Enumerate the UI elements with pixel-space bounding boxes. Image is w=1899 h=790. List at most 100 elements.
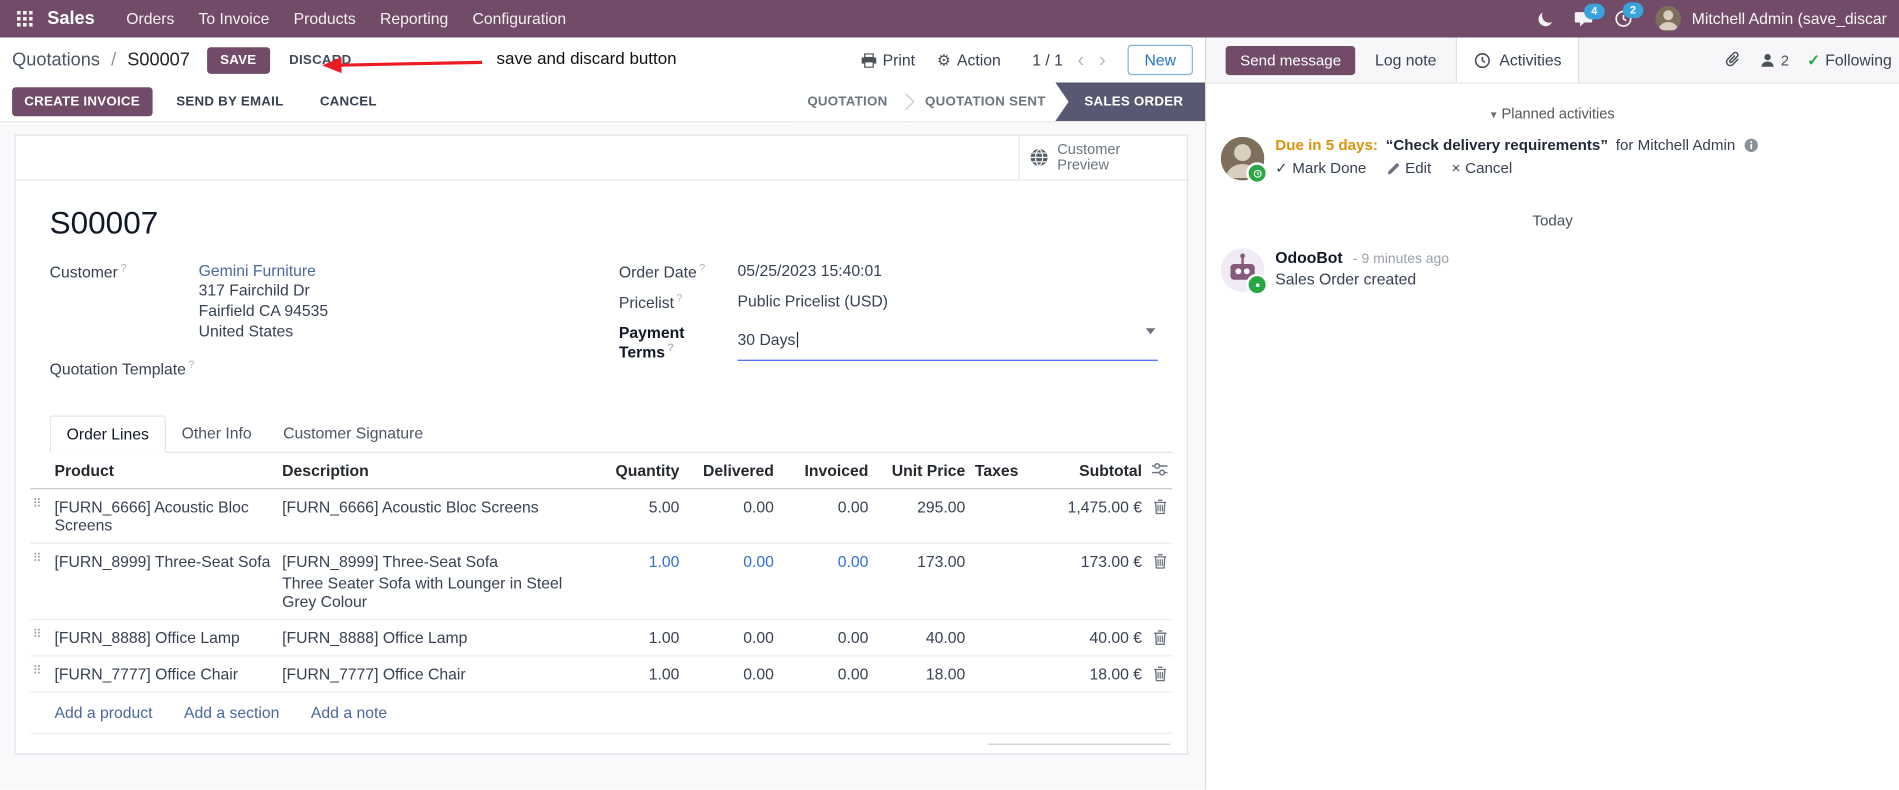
payment-terms-input[interactable]: 30 Days <box>737 323 1158 361</box>
activities-tab[interactable]: Activities <box>1455 37 1580 83</box>
statusbar: QUOTATION QUOTATION SENT SALES ORDER <box>790 82 1206 122</box>
clock-icon <box>1474 52 1490 68</box>
annotation-text: save and discard button <box>496 48 677 68</box>
breadcrumb-quotations[interactable]: Quotations <box>12 50 100 71</box>
messages-icon[interactable]: 4 <box>1574 3 1605 27</box>
apps-grid-icon[interactable] <box>12 7 36 31</box>
menu-products[interactable]: Products <box>282 4 368 34</box>
quotation-template-field[interactable]: Quotation Template? <box>50 358 619 378</box>
top-menu: Orders To Invoice Products Reporting Con… <box>114 4 578 34</box>
log-note-button[interactable]: Log note <box>1375 51 1436 69</box>
drag-handle-icon[interactable]: ⠿ <box>30 620 49 650</box>
info-icon[interactable] <box>1744 138 1759 153</box>
cancel-activity-button[interactable]: × Cancel <box>1452 160 1512 177</box>
planned-activities-header[interactable]: ▾ Planned activities <box>1206 105 1899 122</box>
app-name[interactable]: Sales <box>47 8 94 29</box>
followers-button[interactable]: 2 <box>1760 51 1789 68</box>
moon-icon[interactable] <box>1537 10 1554 27</box>
table-row[interactable]: ⠿ [FURN_8888] Office Lamp [FURN_8888] Of… <box>30 620 1173 657</box>
drag-handle-icon[interactable]: ⠿ <box>30 544 49 574</box>
menu-reporting[interactable]: Reporting <box>368 4 460 34</box>
menu-orders[interactable]: Orders <box>114 4 186 34</box>
status-step-quotation-sent[interactable]: QUOTATION SENT <box>908 82 1063 122</box>
table-row[interactable]: ⠿ [FURN_8999] Three-Seat Sofa [FURN_8999… <box>30 544 1173 621</box>
edit-activity-button[interactable]: Edit <box>1387 160 1431 177</box>
user-name[interactable]: Mitchell Admin (save_discar <box>1692 10 1887 28</box>
print-button[interactable]: Print <box>861 51 915 69</box>
add-a-product-link[interactable]: Add a product <box>54 704 152 722</box>
chatter-toolbar: Send message Log note Activities 2 ✓ Fol… <box>1206 37 1899 84</box>
delete-row-icon[interactable] <box>1147 544 1172 578</box>
sheet: Customer Preview S00007 Customer? Gemini… <box>14 134 1189 755</box>
quotation-template-label: Quotation Template? <box>49 358 195 379</box>
gear-icon: ⚙ <box>936 50 951 69</box>
order-date-field: Order Date? 05/25/2023 15:40:01 <box>619 262 1158 282</box>
send-message-button[interactable]: Send message <box>1225 45 1356 75</box>
add-a-section-link[interactable]: Add a section <box>184 704 279 722</box>
delete-row-icon[interactable] <box>1147 657 1172 691</box>
globe-icon <box>1030 148 1048 166</box>
form-content: Customer Preview S00007 Customer? Gemini… <box>0 122 1206 790</box>
add-a-note-link[interactable]: Add a note <box>311 704 387 722</box>
record-title: S00007 <box>49 204 159 242</box>
activity-due: Due in 5 days: <box>1275 136 1378 154</box>
activity-avatar <box>1220 136 1269 185</box>
col-description: Description <box>282 461 369 480</box>
activity-status-badge <box>1246 162 1269 185</box>
help-icon: ? <box>699 261 706 274</box>
drag-handle-icon[interactable]: ⠿ <box>30 657 49 687</box>
pricelist-label: Pricelist? <box>618 292 683 313</box>
customer-preview-button[interactable]: Customer Preview <box>1018 135 1187 180</box>
activities-clock-icon[interactable]: 2 <box>1614 2 1644 28</box>
col-product: Product <box>54 461 114 480</box>
customer-value-link[interactable]: Gemini Furniture <box>199 262 316 280</box>
attachments-button[interactable] <box>1725 51 1742 69</box>
delete-row-icon[interactable] <box>1147 490 1172 524</box>
save-button[interactable]: SAVE <box>206 46 270 74</box>
user-avatar[interactable] <box>1655 6 1681 32</box>
col-quantity: Quantity <box>615 461 680 480</box>
pager-next-icon[interactable]: › <box>1099 50 1106 71</box>
dropdown-caret-icon[interactable] <box>1145 327 1156 334</box>
order-date-value[interactable]: 05/25/2023 15:40:01 <box>738 262 882 282</box>
help-icon: ? <box>120 261 127 274</box>
date-divider: Today <box>1532 211 1573 229</box>
create-invoice-button[interactable]: CREATE INVOICE <box>12 87 152 117</box>
delete-row-icon[interactable] <box>1147 620 1172 654</box>
text-cursor <box>796 332 799 348</box>
odoobot-avatar <box>1220 248 1269 296</box>
tab-customer-signature[interactable]: Customer Signature <box>267 416 439 452</box>
menu-configuration[interactable]: Configuration <box>460 4 578 34</box>
table-row[interactable]: ⠿ [FURN_7777] Office Chair [FURN_7777] O… <box>30 657 1173 694</box>
pager-previous-icon[interactable]: ‹ <box>1077 50 1084 71</box>
drag-handle-icon[interactable]: ⠿ <box>30 490 49 520</box>
table-row[interactable]: ⠿ [FURN_6666] Acoustic Bloc Screens [FUR… <box>30 490 1173 545</box>
chatter-panel: Send message Log note Activities 2 ✓ Fol… <box>1205 37 1899 790</box>
customer-label: Customer? <box>49 261 127 282</box>
send-by-email-button[interactable]: SEND BY EMAIL <box>164 87 295 116</box>
following-button[interactable]: ✓ Following <box>1807 50 1892 69</box>
status-row: CREATE INVOICE SEND BY EMAIL CANCEL QUOT… <box>0 82 1206 123</box>
help-icon: ? <box>188 358 195 371</box>
discard-button[interactable]: DISCARD <box>277 47 364 74</box>
breadcrumb-separator: / <box>111 49 117 71</box>
pager-counter: 1 / 1 <box>1032 50 1063 70</box>
order-total: Total: 1,706.00 € <box>988 744 1170 753</box>
status-step-sales-order[interactable]: SALES ORDER <box>1055 82 1206 122</box>
action-button[interactable]: ⚙ Action <box>937 50 1001 69</box>
mark-done-button[interactable]: ✓ Mark Done <box>1275 160 1366 177</box>
new-button[interactable]: New <box>1127 44 1193 76</box>
status-step-quotation[interactable]: QUOTATION <box>790 82 905 122</box>
tab-other-info[interactable]: Other Info <box>166 416 268 452</box>
printer-icon <box>861 52 876 68</box>
menu-to-invoice[interactable]: To Invoice <box>186 4 281 34</box>
optional-columns-icon[interactable] <box>1147 453 1172 484</box>
pricelist-field: Pricelist? Public Pricelist (USD) <box>619 292 1158 312</box>
message-timestamp: - 9 minutes ago <box>1353 251 1450 267</box>
tab-order-lines[interactable]: Order Lines <box>49 415 166 454</box>
followers-count: 2 <box>1780 51 1789 69</box>
cancel-button[interactable]: CANCEL <box>308 87 389 116</box>
message-author[interactable]: OdooBot <box>1275 248 1342 266</box>
pricelist-value[interactable]: Public Pricelist (USD) <box>738 292 888 312</box>
messages-badge: 4 <box>1583 3 1605 19</box>
